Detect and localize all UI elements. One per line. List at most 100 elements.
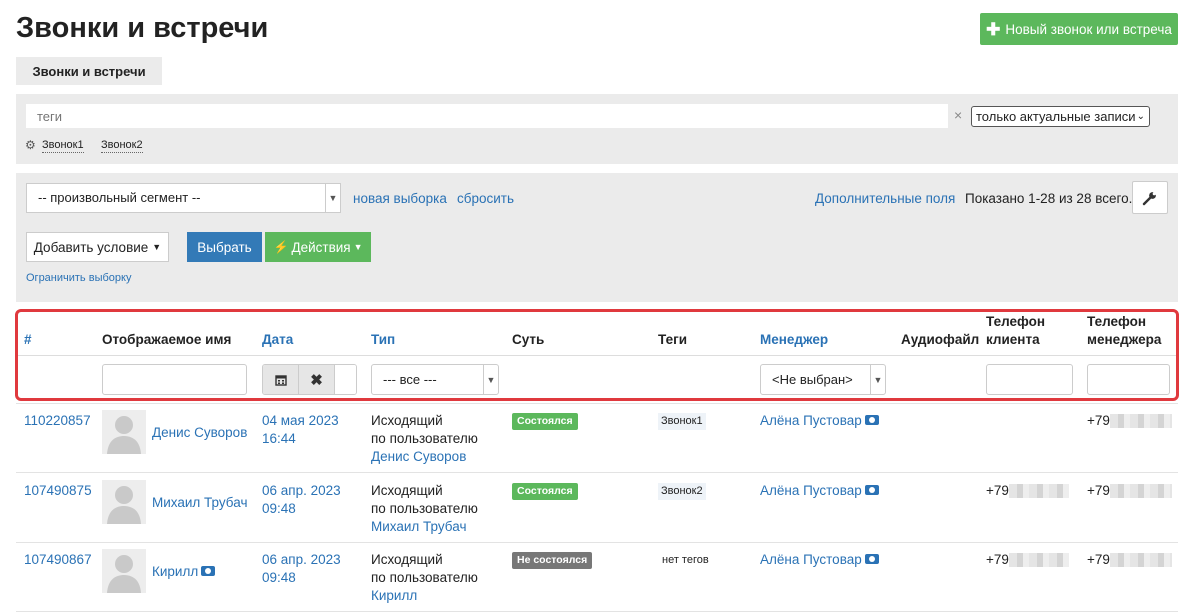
type-filter-value: --- все ---	[383, 372, 437, 387]
calendar-icon[interactable]	[263, 365, 299, 394]
header-divider	[16, 355, 1178, 356]
col-header-client-phone: Телефон клиента	[986, 313, 1045, 349]
row-1-type-by: по пользователю	[371, 431, 478, 446]
tag-filter-panel: × только актуальные записи ⌄ ⚙ Звонок1 З…	[16, 94, 1178, 164]
row-3-type-user[interactable]: Кирилл	[371, 588, 417, 603]
date-filter-field[interactable]	[335, 365, 356, 394]
status-badge: Не состоялся	[512, 552, 593, 569]
redacted-blur	[1008, 553, 1069, 568]
row-3-date-time: 09:48	[262, 570, 296, 585]
row-2-id[interactable]: 107490875	[24, 482, 92, 500]
client-phone-filter-input[interactable]	[986, 364, 1073, 395]
manager-filter-select[interactable]: <Не выбран> ▼	[760, 364, 886, 395]
redacted-blur	[1109, 553, 1172, 568]
settings-button[interactable]	[1132, 181, 1168, 214]
new-selection-link[interactable]: новая выборка	[353, 191, 447, 206]
row-divider	[16, 472, 1178, 473]
segment-select[interactable]: -- произвольный сегмент -- ▼	[26, 183, 341, 213]
extra-fields-link[interactable]: Дополнительные поля	[815, 191, 955, 206]
page-title: Звонки и встречи	[16, 12, 269, 44]
row-3-type-direction: Исходящий	[371, 552, 443, 567]
actions-button[interactable]: ⚡ Действия ▼	[265, 232, 371, 262]
redacted-blur	[1109, 414, 1172, 429]
row-1-tag[interactable]: Звонок1	[658, 413, 706, 430]
row-2-tag[interactable]: Звонок2	[658, 483, 706, 500]
lightning-icon: ⚡	[273, 240, 289, 254]
row-2-manager-phone: +79	[1087, 482, 1172, 500]
row-1-id[interactable]: 110220857	[24, 412, 91, 430]
row-2-date[interactable]: 06 апр. 2023 09:48	[262, 482, 341, 518]
caret-down-icon: ▼	[152, 242, 162, 252]
manager-phone-filter-input[interactable]	[1087, 364, 1170, 395]
tab-calls[interactable]: Звонки и встречи	[16, 57, 162, 85]
actual-records-value: только актуальные записи	[976, 109, 1136, 124]
redacted-blur	[1008, 484, 1069, 499]
row-3-manager-phone: +79	[1087, 551, 1172, 569]
row-1-date[interactable]: 04 мая 2023 16:44	[262, 412, 339, 448]
col-header-client-phone-line1: Телефон	[986, 314, 1046, 329]
col-header-audio: Аудиофайл	[901, 332, 980, 347]
caret-down-icon: ▼	[870, 365, 885, 394]
tag-chip-1[interactable]: Звонок1	[42, 139, 84, 153]
avatar	[102, 410, 146, 454]
row-divider	[16, 403, 1178, 404]
type-filter-select[interactable]: --- все --- ▼	[371, 364, 499, 395]
col-header-manager[interactable]: Менеджер	[760, 331, 828, 349]
row-3-date[interactable]: 06 апр. 2023 09:48	[262, 551, 341, 587]
segment-panel: -- произвольный сегмент -- ▼ новая выбор…	[16, 173, 1178, 302]
redacted-blur	[1109, 484, 1172, 499]
manager-filter-value: <Не выбран>	[772, 372, 853, 387]
col-header-manager-phone-line2: менеджера	[1087, 332, 1162, 347]
row-2-manager-phone-value: +79	[1087, 483, 1110, 498]
status-badge: Состоялся	[512, 483, 578, 500]
row-3-no-tags: нет тегов	[662, 554, 709, 566]
col-header-name: Отображаемое имя	[102, 332, 232, 347]
row-3-id[interactable]: 107490867	[24, 551, 92, 569]
col-header-id[interactable]: #	[24, 331, 32, 349]
caret-down-icon: ▼	[483, 365, 498, 394]
name-filter-input[interactable]	[102, 364, 247, 395]
row-2-date-time: 09:48	[262, 501, 296, 516]
col-header-type[interactable]: Тип	[371, 331, 395, 349]
apply-selection-button[interactable]: Выбрать	[187, 232, 262, 262]
row-3-manager[interactable]: Алёна Пустовар	[760, 551, 879, 569]
row-2-type: Исходящий по пользователю Михаил Трубач	[371, 482, 478, 536]
row-2-name[interactable]: Михаил Трубач	[152, 494, 247, 512]
row-divider	[16, 542, 1178, 543]
col-header-essence: Суть	[512, 332, 545, 347]
row-2-type-user[interactable]: Михаил Трубач	[371, 519, 466, 534]
segment-select-value: -- произвольный сегмент --	[38, 190, 201, 205]
row-2-manager[interactable]: Алёна Пустовар	[760, 482, 879, 500]
row-1-type-user[interactable]: Денис Суворов	[371, 449, 466, 464]
col-header-date[interactable]: Дата	[262, 331, 293, 349]
id-card-icon	[864, 485, 879, 496]
plus-icon: ✚	[986, 19, 1001, 39]
gear-icon[interactable]: ⚙	[25, 138, 36, 152]
row-3-name[interactable]: Кирилл	[152, 563, 216, 581]
new-call-label: Новый звонок или встреча	[1005, 21, 1172, 37]
row-3-type-by: по пользователю	[371, 570, 478, 585]
add-condition-button[interactable]: Добавить условие ▼	[26, 232, 169, 262]
row-1-manager-name: Алёна Пустовар	[760, 413, 862, 428]
tag-chip-2[interactable]: Звонок2	[101, 139, 143, 153]
col-header-tags: Теги	[658, 332, 688, 347]
col-header-manager-phone: Телефон менеджера	[1087, 313, 1161, 349]
reset-link[interactable]: сбросить	[457, 191, 514, 206]
row-1-manager[interactable]: Алёна Пустовар	[760, 412, 879, 430]
caret-down-icon: ▼	[353, 242, 363, 252]
row-1-type-direction: Исходящий	[371, 413, 443, 428]
clear-tags-icon[interactable]: ×	[954, 107, 962, 123]
avatar	[102, 549, 146, 593]
row-1-date-day: 04 мая 2023	[262, 413, 339, 428]
new-call-button[interactable]: ✚ Новый звонок или встреча	[980, 13, 1178, 45]
id-card-icon	[864, 554, 879, 565]
row-divider	[16, 611, 1178, 612]
row-1-name[interactable]: Денис Суворов	[152, 424, 247, 442]
shown-count: Показано 1-28 из 28 всего.	[965, 191, 1133, 206]
clear-date-icon[interactable]: ✖	[299, 365, 335, 394]
tags-input[interactable]	[26, 104, 948, 128]
actual-records-select[interactable]: только актуальные записи ⌄	[971, 106, 1150, 127]
row-1-date-time: 16:44	[262, 431, 296, 446]
row-3-client-phone: +79	[986, 551, 1069, 569]
limit-selection-link[interactable]: Ограничить выборку	[26, 272, 131, 284]
